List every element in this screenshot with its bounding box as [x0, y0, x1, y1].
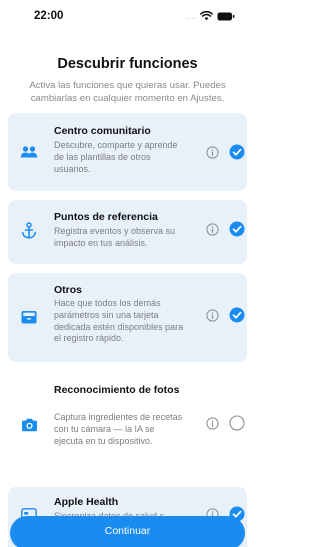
feature-title: Apple Health — [54, 496, 119, 508]
camera-icon — [20, 416, 38, 434]
feature-card-landmarks[interactable]: Puntos de referencia Registra eventos y … — [8, 200, 247, 264]
info-icon[interactable] — [206, 146, 219, 159]
feature-card-other[interactable]: Otros Hace que todos los demás parámetro… — [8, 273, 247, 362]
feature-title: Centro comunitario — [54, 125, 151, 137]
battery-icon — [217, 12, 235, 20]
feature-description: Captura ingredientes de recetas con tu c… — [54, 412, 183, 446]
feature-description: Hace que todos los demás parámetros sin … — [54, 298, 184, 344]
checkmark-circle-icon[interactable] — [229, 307, 245, 323]
feature-title: Otros — [54, 284, 83, 296]
people-icon — [20, 143, 38, 161]
feature-description: Descubre, comparte y aprende de las plan… — [54, 140, 178, 174]
wifi-icon — [200, 11, 213, 21]
continue-button[interactable]: Continuar — [10, 516, 245, 547]
feature-title: Puntos de referencia — [54, 211, 158, 223]
checkmark-circle-icon[interactable] — [229, 144, 245, 160]
feature-description: Registra eventos y observa su impacto en… — [54, 226, 176, 248]
empty-circle-icon[interactable] — [229, 415, 245, 431]
checkmark-circle-icon[interactable] — [229, 221, 245, 237]
anchor-icon — [20, 222, 38, 240]
tray-icon — [20, 308, 38, 326]
info-icon[interactable] — [206, 309, 219, 322]
feature-card-photo-recognition[interactable]: Reconocimiento de fotos Captura ingredie… — [8, 373, 247, 483]
status-time: 22:00 — [34, 10, 64, 22]
status-icons: .... — [186, 11, 235, 21]
page-title: Descubrir funciones — [57, 56, 198, 72]
feature-title: Reconocimiento de fotos — [54, 384, 180, 396]
signal-indicator: .... — [186, 13, 196, 21]
info-icon[interactable] — [206, 223, 219, 236]
status-bar: 22:00 .... — [0, 0, 255, 34]
info-icon[interactable] — [206, 417, 219, 430]
page-subtitle: Activa las funciones que quieras usar. P… — [29, 80, 226, 104]
feature-card-community[interactable]: Centro comunitario Descubre, comparte y … — [8, 113, 247, 191]
